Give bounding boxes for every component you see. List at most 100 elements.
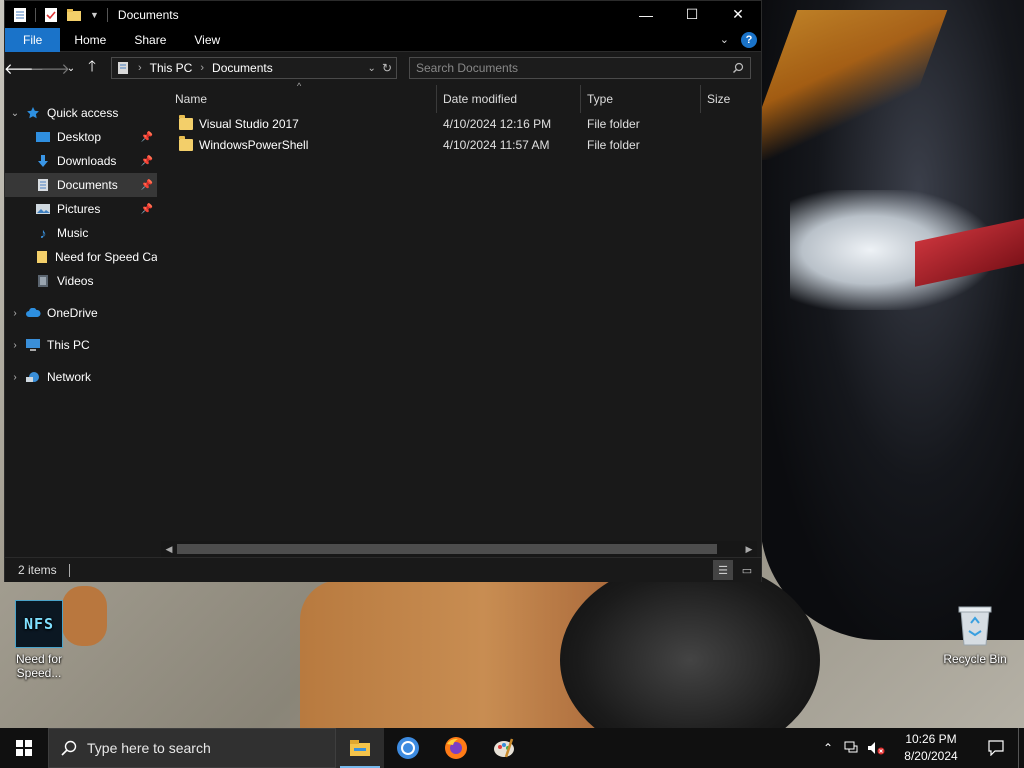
navigation-pane: ⌄ Quick access Desktop 📌 Downloads 📌 Doc…: [5, 85, 157, 557]
file-name: Visual Studio 2017: [199, 116, 299, 131]
new-folder-icon[interactable]: [66, 8, 82, 22]
sort-ascending-icon: ^: [297, 81, 302, 91]
title-bar[interactable]: ▼ Documents — ☐ ✕: [5, 1, 761, 28]
nav-item-documents[interactable]: Documents 📌: [5, 173, 157, 197]
properties-icon[interactable]: [44, 7, 58, 23]
taskbar-paint[interactable]: [480, 728, 528, 768]
tab-home[interactable]: Home: [60, 28, 120, 52]
desktop-icon-recycle-bin[interactable]: Recycle Bin: [940, 600, 1010, 666]
show-hidden-icons-chevron-up-icon[interactable]: ⌃: [816, 728, 840, 768]
computer-icon: [25, 337, 41, 353]
tab-share[interactable]: Share: [120, 28, 180, 52]
nav-onedrive[interactable]: › OneDrive: [5, 301, 157, 325]
up-button[interactable]: 🡑: [79, 55, 105, 81]
breadcrumb-separator-icon: ›: [138, 62, 142, 74]
taskbar-search-box[interactable]: Type here to search: [48, 728, 336, 768]
file-date: 4/10/2024 11:57 AM: [443, 137, 550, 152]
tab-file[interactable]: File: [5, 27, 61, 52]
nav-label: This PC: [47, 338, 90, 352]
collapse-chevron-icon[interactable]: ⌄: [5, 108, 25, 119]
file-explorer-window[interactable]: ▼ Documents — ☐ ✕ File Home Share View ⌄…: [4, 0, 762, 582]
nav-item-pictures[interactable]: Pictures 📌: [5, 197, 157, 221]
windows-logo-icon: [16, 740, 32, 756]
expand-chevron-icon[interactable]: ›: [5, 372, 25, 383]
start-button[interactable]: [0, 728, 48, 768]
pin-icon: 📌: [140, 203, 153, 215]
file-explorer-icon: [350, 740, 370, 756]
taskbar-chrome[interactable]: [384, 728, 432, 768]
nav-label: Need for Speed Car: [55, 250, 157, 264]
maximize-button[interactable]: ☐: [669, 1, 715, 28]
column-headers: ^ Name Date modified Type Size: [161, 81, 761, 113]
show-desktop-button[interactable]: [1018, 728, 1024, 768]
expand-ribbon-icon[interactable]: ⌄: [720, 33, 729, 46]
horizontal-scrollbar[interactable]: ◀ ▶: [161, 541, 757, 557]
taskbar: Type here to search ⌃ 10:26 PM 8/20/2024: [0, 728, 1024, 768]
recycle-bin-icon: [951, 600, 999, 648]
folder-icon: [179, 114, 193, 130]
desktop-icon-need-for-speed[interactable]: NFS Need for Speed...: [4, 600, 74, 680]
desktop-icon: [35, 129, 51, 145]
file-type: File folder: [587, 116, 640, 131]
nav-network[interactable]: › Network: [5, 365, 157, 389]
nav-label: Documents: [57, 178, 118, 192]
breadcrumb-documents[interactable]: Documents: [212, 61, 273, 75]
taskbar-file-explorer[interactable]: [336, 728, 384, 768]
desktop-icon-label: Recycle Bin: [943, 652, 1007, 666]
column-header-size[interactable]: Size: [701, 85, 761, 113]
taskbar-firefox[interactable]: [432, 728, 480, 768]
item-count: 2 items: [18, 563, 57, 577]
help-button[interactable]: ?: [741, 31, 757, 48]
nav-item-videos[interactable]: Videos: [5, 269, 157, 293]
expand-chevron-icon[interactable]: ›: [5, 308, 25, 319]
nav-label: OneDrive: [47, 306, 98, 320]
recent-locations-chevron-down-icon[interactable]: ⌄: [63, 55, 79, 81]
refresh-icon[interactable]: ↻: [382, 61, 392, 75]
clock-time: 10:26 PM: [905, 732, 957, 746]
documents-icon: [35, 177, 51, 193]
details-view-icon[interactable]: ☰: [713, 560, 733, 580]
scroll-left-icon[interactable]: ◀: [161, 544, 177, 555]
ribbon-tabs: File Home Share View ⌄ ?: [5, 27, 761, 52]
chrome-icon: [397, 737, 419, 759]
scrollbar-thumb[interactable]: [177, 544, 717, 554]
system-tray: ⌃ 10:26 PM 8/20/2024: [816, 728, 1024, 768]
nav-item-downloads[interactable]: Downloads 📌: [5, 149, 157, 173]
network-status-icon[interactable]: [840, 728, 864, 768]
column-header-date-modified[interactable]: Date modified: [437, 85, 581, 113]
file-row[interactable]: WindowsPowerShell 4/10/2024 11:57 AM Fil…: [161, 134, 761, 155]
nav-label: Desktop: [57, 130, 102, 144]
expand-chevron-icon[interactable]: ›: [5, 340, 25, 351]
downloads-icon: [35, 153, 51, 169]
taskbar-search-placeholder: Type here to search: [87, 740, 211, 756]
customize-toolbar-dropdown-icon[interactable]: ▼: [90, 10, 99, 20]
search-input[interactable]: [416, 61, 732, 75]
large-icons-view-icon[interactable]: ▭: [737, 560, 757, 580]
column-header-type[interactable]: Type: [581, 85, 701, 113]
cloud-icon: [25, 305, 41, 321]
folder-icon: [35, 249, 49, 265]
address-bar[interactable]: › This PC › Documents ⌄ ↻: [111, 57, 397, 79]
nav-this-pc[interactable]: › This PC: [5, 333, 157, 357]
nav-item-desktop[interactable]: Desktop 📌: [5, 125, 157, 149]
tab-view[interactable]: View: [180, 28, 234, 52]
address-dropdown-icon[interactable]: ⌄: [368, 63, 376, 74]
paint-palette-icon: [494, 738, 514, 758]
pictures-icon: [35, 201, 51, 217]
nav-label: Quick access: [47, 106, 119, 120]
nfs-app-icon: NFS: [15, 600, 63, 648]
nav-item-need-for-speed-car[interactable]: Need for Speed Car: [5, 245, 157, 269]
nav-quick-access[interactable]: ⌄ Quick access: [5, 101, 157, 125]
close-button[interactable]: ✕: [715, 1, 761, 28]
search-icon: [61, 740, 77, 756]
breadcrumb-this-pc[interactable]: This PC: [150, 61, 193, 75]
volume-muted-icon[interactable]: [864, 728, 888, 768]
search-box[interactable]: [409, 57, 751, 79]
action-center-button[interactable]: [974, 728, 1018, 768]
minimize-button[interactable]: —: [623, 1, 669, 28]
scroll-right-icon[interactable]: ▶: [741, 544, 757, 555]
taskbar-clock[interactable]: 10:26 PM 8/20/2024: [896, 731, 966, 765]
file-row[interactable]: Visual Studio 2017 4/10/2024 12:16 PM Fi…: [161, 113, 761, 134]
nav-item-music[interactable]: ♪ Music: [5, 221, 157, 245]
forward-button[interactable]: 🡒: [30, 55, 70, 81]
